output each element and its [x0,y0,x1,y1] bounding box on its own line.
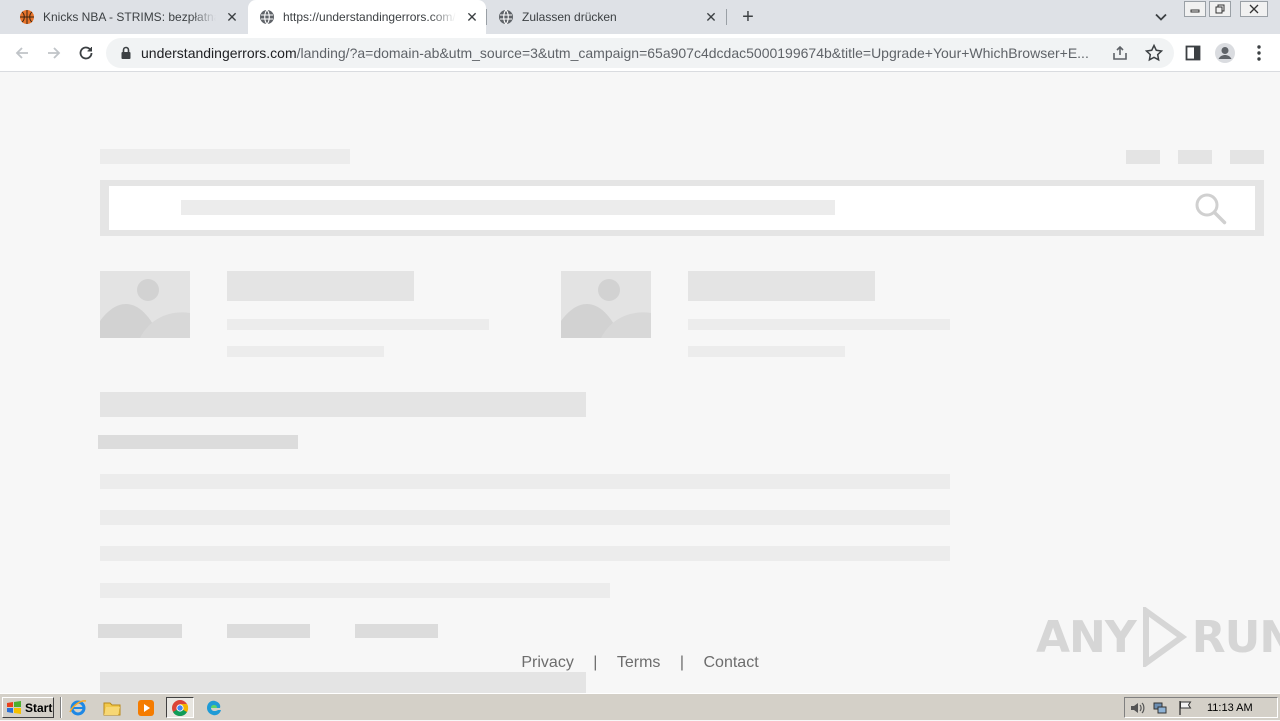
close-icon[interactable]: ✕ [703,9,719,25]
paragraph-line-placeholder [100,510,950,525]
media-player-icon[interactable] [132,697,160,718]
anyrun-watermark: ANY RUN [1036,607,1280,667]
button-placeholder [98,624,182,638]
card-text-placeholder [688,319,950,330]
kebab-menu-icon[interactable] [1248,42,1270,64]
paragraph-line-placeholder [100,546,950,561]
tab-divider [726,9,727,25]
card-title-placeholder [227,271,414,301]
footer-link-contact[interactable]: Contact [704,654,759,671]
nav-placeholder [1126,150,1160,164]
heading-placeholder [100,392,586,417]
side-panel-icon[interactable] [1182,42,1204,64]
subheading-placeholder [98,435,298,449]
card-text-placeholder [227,346,384,357]
address-bar[interactable]: understandingerrors.com/landing/?a=domai… [106,38,1174,68]
watermark-text-right: RUN [1191,611,1280,663]
edge-icon[interactable] [200,697,228,718]
start-label: Start [25,700,53,715]
windows-logo-icon [7,700,21,714]
profile-avatar-icon[interactable] [1214,42,1236,64]
play-logo-icon [1142,607,1187,667]
volume-icon[interactable] [1129,700,1145,716]
button-placeholder [227,624,310,638]
watermark-text-left: ANY [1036,611,1137,663]
forward-arrow-icon[interactable] [40,39,68,67]
tab-zulassen[interactable]: Zulassen drücken ✕ [487,0,725,34]
button-placeholder [355,624,438,638]
nav-placeholder [1178,150,1212,164]
tab-knicks[interactable]: Knicks NBA - STRIMS: bezpłatna transmisj… [8,0,246,34]
paragraph-line-placeholder [100,474,950,489]
card-text-placeholder [227,319,489,330]
logo-placeholder [100,149,350,164]
heading-placeholder [100,672,586,693]
tab-title: Knicks NBA - STRIMS: bezpłatna transmisj… [43,10,216,24]
internet-explorer-icon[interactable] [64,697,92,718]
search-placeholder [181,200,835,215]
windows-taskbar: Start 11:13 AM [0,693,1280,720]
share-icon[interactable] [1111,44,1129,62]
chrome-icon[interactable] [166,697,194,718]
back-arrow-icon[interactable] [8,39,36,67]
clock[interactable]: 11:13 AM [1207,702,1253,714]
image-placeholder-icon [100,271,190,338]
basketball-icon [19,9,35,25]
image-placeholder-icon [561,271,651,338]
file-explorer-icon[interactable] [98,697,126,718]
search-box[interactable] [100,180,1264,236]
minimize-icon[interactable] [1184,1,1206,17]
search-input[interactable] [109,186,1255,230]
search-icon[interactable] [1193,191,1229,227]
network-icon[interactable] [1152,700,1168,716]
globe-icon [498,9,514,25]
footer-separator: | [679,654,685,671]
tab-understandingerrors[interactable]: https://understandingerrors.com/landing/… [248,0,486,34]
globe-icon [259,9,275,25]
tab-strip: Knicks NBA - STRIMS: bezpłatna transmisj… [0,0,1280,34]
browser-toolbar: understandingerrors.com/landing/?a=domai… [0,34,1280,72]
tab-title: https://understandingerrors.com/landing/ [283,10,456,24]
nav-placeholder [1230,150,1264,164]
system-tray: 11:13 AM [1124,697,1278,718]
url-text[interactable]: understandingerrors.com/landing/?a=domai… [141,45,1101,61]
footer-link-privacy[interactable]: Privacy [521,654,573,671]
footer-separator: | [593,654,598,671]
card-title-placeholder [688,271,875,301]
tab-title: Zulassen drücken [522,10,617,24]
paragraph-line-placeholder [100,583,610,598]
bookmark-star-icon[interactable] [1144,43,1164,63]
close-icon[interactable]: ✕ [224,9,240,25]
footer-link-terms[interactable]: Terms [617,654,661,671]
close-icon[interactable]: ✕ [464,9,480,25]
new-tab-button[interactable]: + [736,5,760,29]
card-text-placeholder [688,346,845,357]
restore-icon[interactable] [1209,1,1231,17]
close-window-icon[interactable] [1240,1,1268,17]
taskbar-divider [60,697,62,718]
reload-icon[interactable] [72,39,100,67]
start-button[interactable]: Start [2,697,54,718]
chevron-down-icon[interactable] [1150,6,1172,28]
lock-icon[interactable] [118,45,134,61]
page-content: Privacy | Terms | Contact ANY RUN [0,72,1280,693]
url-path: /landing/?a=domain-ab&utm_source=3&utm_c… [296,45,1089,61]
url-host: understandingerrors.com [141,45,297,61]
flag-icon[interactable] [1177,700,1193,716]
